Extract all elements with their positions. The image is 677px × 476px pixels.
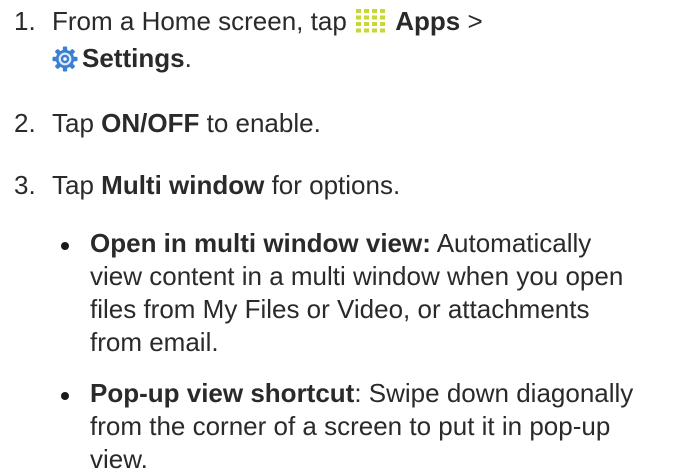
step-text: From a Home screen, tap <box>52 6 347 36</box>
settings-label: Settings <box>82 43 185 73</box>
step-number: 2. <box>14 108 36 138</box>
multi-window-label: Multi window <box>101 170 265 200</box>
bullet-dot <box>61 392 69 400</box>
instructions-document: 1. From a Home screen, tap Apps > Settin… <box>0 0 677 474</box>
step-number: 1. <box>14 6 36 36</box>
settings-gear-icon <box>52 46 78 72</box>
step-number: 3. <box>14 170 36 200</box>
apps-label: Apps <box>395 6 461 36</box>
apps-grid-icon <box>356 9 386 33</box>
bullet-term: Pop-up view shortcut <box>90 378 355 408</box>
bullet-term: Open in multi window view: <box>90 228 431 258</box>
on-off-label: ON/OFF <box>101 108 200 138</box>
bullet-dot <box>61 242 69 250</box>
separator: > <box>467 6 483 36</box>
